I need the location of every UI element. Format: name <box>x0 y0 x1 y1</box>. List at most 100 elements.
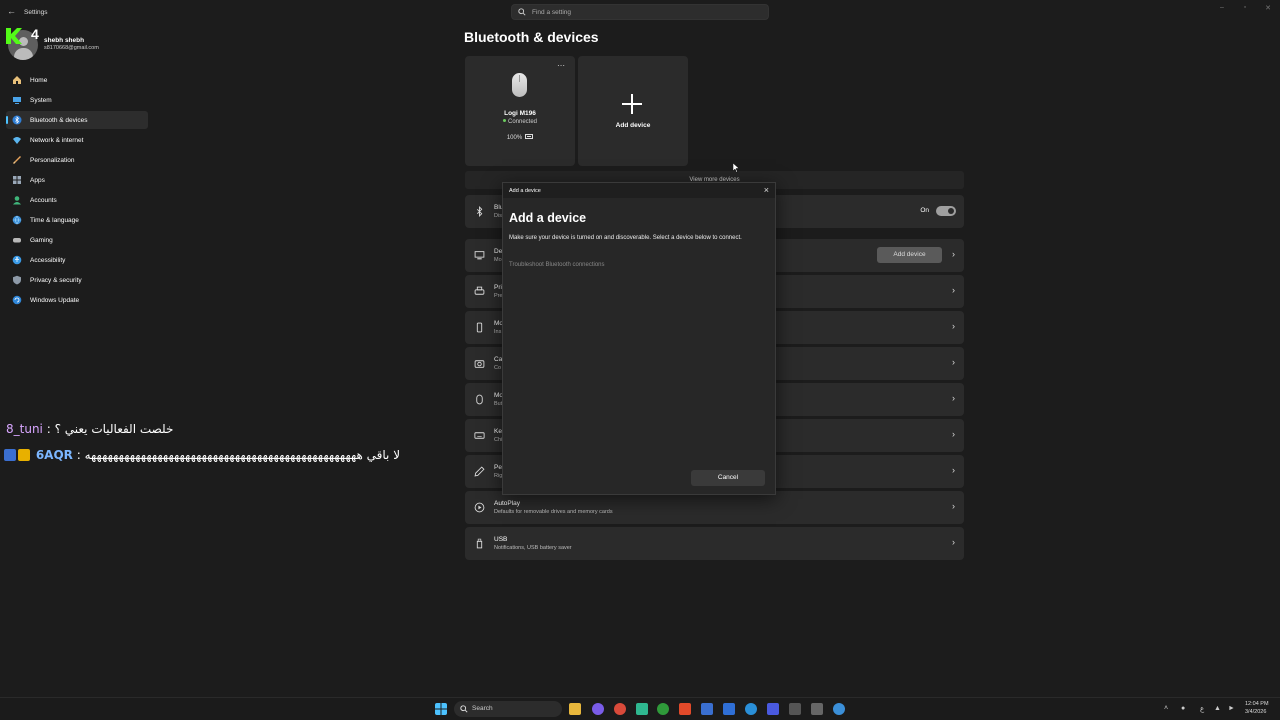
connected-dot-icon <box>502 119 506 122</box>
system-icon <box>13 97 21 104</box>
brave-icon[interactable] <box>679 703 691 715</box>
chat-username: 6AQR <box>35 448 73 462</box>
camera-icon <box>474 360 485 368</box>
chevron-right-icon: › <box>952 501 955 511</box>
sidebar-item-gaming[interactable]: Gaming <box>6 231 148 249</box>
bluetooth-toggle[interactable] <box>936 206 956 216</box>
app-icon-2[interactable] <box>767 703 779 715</box>
sidebar-item-accounts[interactable]: Accounts <box>6 191 148 209</box>
phone-icon <box>476 322 483 333</box>
row-title: Pe <box>494 464 502 471</box>
chat-line-1: 8_tuni : خلصت الفعاليات يعني ؟ <box>6 422 173 436</box>
stream-logo-icon <box>6 28 22 44</box>
dialog-title-bar: Add a device × <box>503 183 775 198</box>
user-name: shebh shebh <box>44 37 85 44</box>
update-app-icon[interactable] <box>723 703 735 715</box>
app-icon[interactable] <box>636 703 648 715</box>
user-email: s8170668@gmail.com <box>44 45 99 51</box>
sidebar-item-time-language[interactable]: Time & language <box>6 211 148 229</box>
sidebar-item-system[interactable]: System <box>6 91 148 109</box>
row-subtitle: Notifications, USB battery saver <box>494 545 572 551</box>
close-icon[interactable]: × <box>764 185 769 195</box>
language-indicator[interactable]: ع <box>1200 705 1204 713</box>
mouse-icon <box>476 394 483 405</box>
sidebar-item-label: Apps <box>30 177 45 184</box>
close-window-icon[interactable]: ✕ <box>1262 4 1274 14</box>
row-title: USB <box>494 536 508 543</box>
edge-icon[interactable] <box>745 703 757 715</box>
cancel-button[interactable]: Cancel <box>691 470 765 486</box>
xbox-icon[interactable] <box>657 703 669 715</box>
battery-icon <box>525 134 534 139</box>
sidebar-item-accessibility[interactable]: Accessibility <box>6 251 148 269</box>
settings-app-icon[interactable] <box>833 703 845 715</box>
add-device-button[interactable]: Add device <box>877 247 942 263</box>
sidebar-item-label: Time & language <box>30 217 79 224</box>
volume-icon[interactable]: ► <box>1228 705 1235 712</box>
maximize-icon[interactable]: ▫ <box>1239 4 1251 14</box>
clock-date[interactable]: 3/4/2026 <box>1245 709 1266 715</box>
sidebar-item-label: Bluetooth & devices <box>30 117 88 124</box>
search-icon <box>460 705 468 713</box>
clock-time[interactable]: 12:04 PM <box>1245 701 1269 707</box>
battery-percent: 100% <box>506 135 523 141</box>
device-status: Connected <box>465 119 575 125</box>
add-device-card[interactable]: Add device <box>578 56 688 166</box>
devices-icon <box>474 251 485 260</box>
add-device-card-label: Add device <box>615 122 651 129</box>
sidebar-item-windows-update[interactable]: Windows Update <box>6 291 148 309</box>
avatar-body <box>14 48 33 60</box>
settings-search-box[interactable]: Find a setting <box>511 4 769 20</box>
chevron-right-icon: › <box>952 465 955 475</box>
search-placeholder: Find a setting <box>532 9 572 16</box>
sidebar-item-privacy-security[interactable]: Privacy & security <box>6 271 148 289</box>
app-title: Settings <box>24 9 48 16</box>
shield-icon <box>13 275 21 285</box>
sidebar-item-apps[interactable]: Apps <box>6 171 148 189</box>
row-subtitle: Mo <box>494 257 502 263</box>
back-arrow-icon[interactable]: ← <box>7 6 17 16</box>
sidebar-item-label: Privacy & security <box>30 277 82 284</box>
sidebar-item-bluetooth-devices[interactable]: Bluetooth & devices <box>6 111 148 129</box>
dialog-bar-title: Add a device <box>509 188 541 194</box>
chevron-right-icon: › <box>952 321 955 331</box>
troubleshoot-link[interactable]: Troubleshoot Bluetooth connections <box>509 262 605 268</box>
taskbar-search-label: Search <box>472 705 493 712</box>
app-icon-3[interactable] <box>811 703 823 715</box>
gaming-icon <box>13 238 21 243</box>
usb-icon <box>476 538 483 549</box>
device-status-text: Connected <box>507 119 538 125</box>
discord-icon[interactable] <box>592 703 604 715</box>
row-subtitle: Defaults for removable drives and memory… <box>494 509 613 515</box>
minimize-icon[interactable]: – <box>1216 4 1228 14</box>
security-icon[interactable] <box>701 703 713 715</box>
sidebar-item-personalization[interactable]: Personalization <box>6 151 148 169</box>
usb-row[interactable]: USB Notifications, USB battery saver › <box>465 527 964 560</box>
chevron-up-icon[interactable]: ˄ <box>1164 705 1168 712</box>
globe-icon <box>12 215 22 225</box>
sidebar-item-network[interactable]: Network & internet <box>6 131 148 149</box>
chevron-right-icon: › <box>952 285 955 295</box>
device-name: Logi M196 <box>504 110 536 117</box>
sidebar-item-label: Accounts <box>30 197 57 204</box>
taskbar: Search ˄ ● ع ▲ ► 12:04 PM 3/4/2026 <box>0 697 1280 720</box>
chrome-icon[interactable] <box>614 703 626 715</box>
wifi-icon <box>13 137 21 144</box>
chevron-right-icon: › <box>952 357 955 367</box>
device-card[interactable]: ⋯ Logi M196 Connected 100% <box>465 56 575 166</box>
taskbar-search[interactable]: Search <box>454 701 562 717</box>
network-icon[interactable]: ▲ <box>1214 705 1221 712</box>
windows-start-icon[interactable] <box>435 703 447 715</box>
chat-separator: : <box>42 422 55 436</box>
keyboard-icon <box>474 432 485 439</box>
chevron-right-icon: › <box>952 393 955 403</box>
terminal-icon[interactable] <box>789 703 801 715</box>
printer-icon <box>474 286 485 295</box>
sidebar-item-home[interactable]: Home <box>6 71 148 89</box>
file-explorer-icon[interactable] <box>569 703 581 715</box>
microphone-icon[interactable]: ● <box>1181 705 1185 712</box>
row-subtitle: Ins <box>494 329 502 335</box>
autoplay-row[interactable]: AutoPlay Defaults for removable drives a… <box>465 491 964 524</box>
more-options-icon[interactable]: ⋯ <box>557 61 565 70</box>
chevron-right-icon: › <box>952 429 955 439</box>
